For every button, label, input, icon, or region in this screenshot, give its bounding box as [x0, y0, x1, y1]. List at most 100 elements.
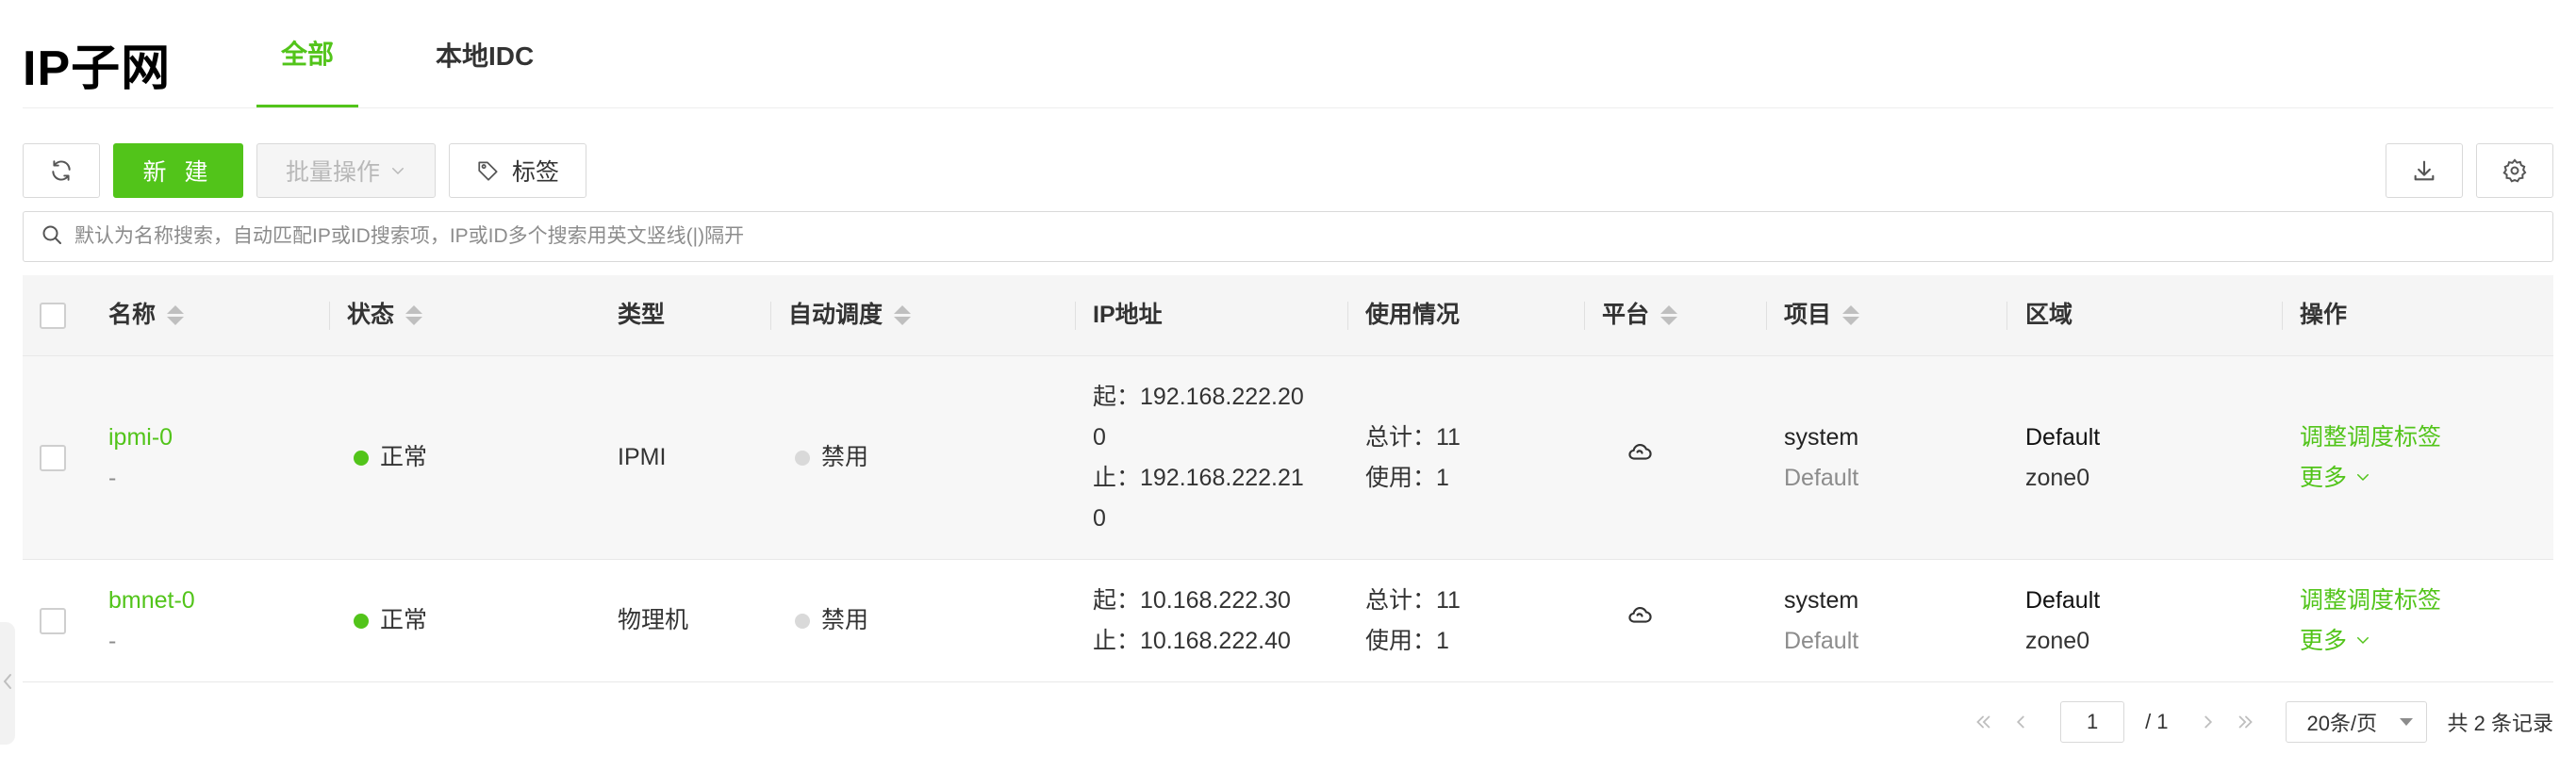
tab-local-idc[interactable]: 本地IDC [411, 0, 558, 108]
region-name: Default [2025, 423, 2101, 451]
column-label: 状态 [347, 302, 395, 328]
ip-start: 起：192.168.222.20 [1093, 383, 1304, 410]
table-row: bmnet-0 - 正常 物理机 禁用 起：10.168.222.30 止：10… [23, 560, 2553, 682]
usage-total: 总计：11 [1365, 586, 1461, 614]
row-checkbox[interactable] [40, 607, 66, 634]
sort-icon[interactable] [405, 305, 423, 325]
column-divider [2282, 302, 2283, 330]
usage-used: 使用：1 [1365, 464, 1449, 491]
cloud-icon [1626, 437, 1654, 479]
chevron-left-icon [2, 672, 13, 696]
col-actions-header: 操作 [2300, 275, 2347, 355]
adjust-schedule-tag-link[interactable]: 调整调度标签 [2300, 418, 2441, 458]
col-auto-schedule-header[interactable]: 自动调度 [788, 275, 912, 355]
sort-icon[interactable] [1660, 305, 1678, 325]
toolbar: 新 建 批量操作 标签 [23, 143, 2553, 198]
select-all-checkbox[interactable] [40, 302, 66, 329]
subnet-type: 物理机 [618, 607, 689, 633]
status-badge: 正常 [354, 437, 427, 478]
new-button[interactable]: 新 建 [113, 143, 243, 198]
col-status-header[interactable]: 状态 [347, 275, 423, 355]
col-region-header: 区域 [2025, 275, 2072, 355]
subnet-table: 名称 状态 类型 自动调度 IP地址 使用情况 平台 项目 区域 操作 ipmi… [23, 275, 2553, 682]
tab-all[interactable]: 全部 [256, 0, 359, 108]
status-dot [795, 613, 810, 629]
page-title: IP子网 [23, 41, 172, 96]
last-page-icon[interactable] [2227, 701, 2265, 743]
cloud-icon [1626, 600, 1654, 642]
sort-icon[interactable] [894, 305, 912, 325]
refresh-button[interactable] [23, 143, 100, 198]
auto-schedule-badge: 禁用 [795, 600, 868, 641]
page-size-label: 20条/页 [2306, 712, 2378, 735]
total-records: 共 2 条记录 [2447, 712, 2553, 735]
usage-used: 使用：1 [1365, 627, 1449, 654]
page-size-select[interactable]: 20条/页 [2285, 701, 2427, 743]
status-badge: 正常 [354, 600, 427, 641]
col-ip-header: IP地址 [1093, 275, 1163, 355]
column-divider [1766, 302, 1767, 330]
column-label: 操作 [2300, 302, 2348, 328]
search-input[interactable] [74, 225, 2552, 248]
tag-button-label: 标签 [511, 159, 559, 186]
column-divider [1075, 302, 1076, 330]
column-divider [770, 302, 771, 330]
project-domain: Default [1784, 464, 1859, 491]
project-domain: Default [1784, 627, 1859, 654]
adjust-schedule-tag-link[interactable]: 调整调度标签 [2300, 581, 2441, 621]
usage: 总计：11 使用：1 [1365, 560, 1461, 681]
download-button[interactable] [2386, 143, 2463, 198]
table-header: 名称 状态 类型 自动调度 IP地址 使用情况 平台 项目 区域 操作 [23, 275, 2553, 356]
column-divider [2006, 302, 2007, 330]
sidebar-expand-handle[interactable] [0, 622, 15, 745]
status-text: 正常 [380, 444, 428, 470]
subnet-description: - [108, 464, 117, 491]
search-icon [41, 223, 63, 251]
settings-button[interactable] [2476, 143, 2553, 198]
sort-icon[interactable] [1842, 305, 1860, 325]
col-project-header[interactable]: 项目 [1784, 275, 1860, 355]
subnet-name-link[interactable]: bmnet-0 [108, 581, 195, 621]
subnet-description: - [108, 627, 117, 654]
caret-down-icon [2399, 718, 2413, 726]
sort-icon[interactable] [167, 305, 185, 325]
more-actions-dropdown[interactable]: 更多 [2300, 458, 2441, 499]
column-divider [329, 302, 330, 330]
more-label: 更多 [2300, 464, 2348, 491]
usage-total: 总计：11 [1365, 423, 1461, 451]
row-checkbox[interactable] [40, 444, 66, 471]
column-label: 项目 [1784, 302, 1832, 328]
next-page-icon[interactable] [2189, 701, 2227, 743]
pagination: / 1 20条/页 共 2 条记录 [1964, 701, 2553, 743]
first-page-icon[interactable] [1964, 701, 2002, 743]
status-dot [795, 450, 810, 466]
column-label: 名称 [108, 302, 157, 328]
page-number-input[interactable] [2060, 701, 2125, 743]
ip-end-wrap: 0 [1093, 504, 1106, 532]
search-bar [23, 211, 2553, 262]
auto-schedule-badge: 禁用 [795, 437, 868, 478]
column-label: 类型 [618, 302, 666, 328]
chevron-down-icon [2347, 621, 2371, 662]
auto-schedule-text: 禁用 [821, 607, 869, 633]
chevron-down-icon [2347, 458, 2371, 499]
col-name-header[interactable]: 名称 [108, 275, 185, 355]
col-platform-header[interactable]: 平台 [1602, 275, 1678, 355]
header-divider [23, 107, 2553, 108]
zone-name: zone0 [2025, 627, 2090, 654]
status-text: 正常 [380, 607, 428, 633]
total-pages: / 1 [2145, 710, 2169, 733]
auto-schedule-text: 禁用 [821, 444, 869, 470]
ip-start: 起：10.168.222.30 [1093, 586, 1291, 614]
project-name: system [1784, 423, 1859, 451]
region-name: Default [2025, 586, 2101, 614]
prev-page-icon[interactable] [2002, 701, 2039, 743]
ip-start-wrap: 0 [1093, 423, 1106, 451]
chevron-down-icon [389, 162, 406, 179]
more-actions-dropdown[interactable]: 更多 [2300, 621, 2441, 662]
ip-end: 止：192.168.222.21 [1093, 464, 1304, 491]
batch-actions-label: 批量操作 [285, 159, 380, 186]
subnet-name-link[interactable]: ipmi-0 [108, 418, 173, 458]
batch-actions-button[interactable]: 批量操作 [256, 143, 436, 198]
tag-button[interactable]: 标签 [449, 143, 586, 198]
